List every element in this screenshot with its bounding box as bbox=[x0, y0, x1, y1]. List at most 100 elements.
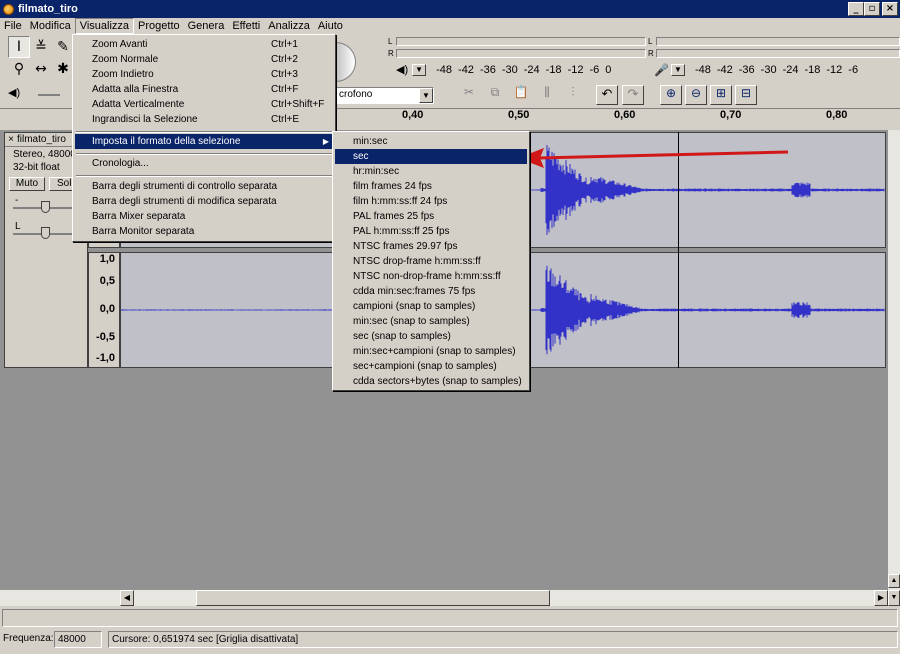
record-meter-dropdown-icon[interactable]: ▼ bbox=[670, 64, 685, 76]
meter-scale-tick: -36 bbox=[738, 64, 755, 76]
silence-icon[interactable]: ⫶ bbox=[562, 85, 584, 100]
zoom-out-icon[interactable]: ⊖ bbox=[685, 85, 707, 105]
submenu-item[interactable]: PAL frames 25 fps bbox=[335, 209, 527, 224]
chevron-down-icon[interactable]: ▼ bbox=[419, 88, 433, 103]
rate-value[interactable]: 48000 bbox=[54, 631, 102, 648]
scale-tick: 0,5 bbox=[99, 275, 115, 287]
menu-item-zoom-in[interactable]: Zoom Avanti Ctrl+1 bbox=[75, 37, 333, 52]
redo-icon[interactable]: ↷ bbox=[622, 85, 644, 105]
playback-meter-dropdown-icon[interactable]: ▼ bbox=[412, 63, 427, 76]
annotation-arrow bbox=[518, 148, 789, 168]
title-bar: filmato_tiro _ ▫ × bbox=[0, 0, 900, 18]
submenu-item[interactable]: campioni (snap to samples) bbox=[335, 299, 527, 314]
zoom-tool-icon[interactable]: ⚲ bbox=[8, 58, 30, 80]
record-meter: L R bbox=[648, 36, 900, 59]
undo-redo: ↶ ↷ bbox=[596, 85, 644, 105]
menu-item-fit-window[interactable]: Adatta alla Finestra Ctrl+F bbox=[75, 82, 333, 97]
track-name[interactable]: filmato_tiro bbox=[17, 134, 66, 145]
submenu-item[interactable]: min:sec+campioni (snap to samples) bbox=[335, 344, 527, 359]
envelope-tool-icon[interactable]: ≚ bbox=[30, 36, 52, 58]
submenu-item[interactable]: cdda min:sec:frames 75 fps bbox=[335, 284, 527, 299]
timeshift-tool-icon[interactable]: ↔ bbox=[30, 58, 52, 80]
menu-effetti[interactable]: Effetti bbox=[228, 18, 264, 34]
zoom-in-icon[interactable]: ⊕ bbox=[660, 85, 682, 105]
info-bar bbox=[2, 609, 898, 627]
submenu-item[interactable]: sec bbox=[335, 149, 527, 164]
meter-scale-tick: 0 bbox=[605, 63, 612, 76]
submenu-item[interactable]: film h:mm:ss:ff 24 fps bbox=[335, 194, 527, 209]
meter-scale-tick: -24 bbox=[523, 63, 540, 76]
menu-item-float-mixer-toolbar[interactable]: Barra Mixer separata bbox=[75, 209, 333, 224]
menu-item-selection-format[interactable]: Imposta il formato della selezione ▶ bbox=[75, 134, 333, 149]
view-menu: Zoom Avanti Ctrl+1 Zoom Normale Ctrl+2 Zoo… bbox=[72, 34, 336, 242]
gain-slider-thumb[interactable] bbox=[41, 201, 50, 213]
menu-item-fit-vertically[interactable]: Adatta Verticalmente Ctrl+Shift+F bbox=[75, 97, 333, 112]
menu-progetto[interactable]: Progetto bbox=[134, 18, 184, 34]
menu-item-float-control-toolbar[interactable]: Barra degli strumenti di controllo separ… bbox=[75, 179, 333, 194]
submenu-item[interactable]: film frames 24 fps bbox=[335, 179, 527, 194]
meter-scale-tick: -24 bbox=[782, 64, 799, 76]
submenu-item[interactable]: NTSC frames 29.97 fps bbox=[335, 239, 527, 254]
fit-selection-icon[interactable]: ⊞ bbox=[710, 85, 732, 105]
submenu-item[interactable]: min:sec (snap to samples) bbox=[335, 314, 527, 329]
undo-icon[interactable]: ↶ bbox=[596, 85, 618, 105]
pan-slider-thumb[interactable] bbox=[41, 227, 50, 239]
meter-scale-tick: -48 bbox=[694, 64, 711, 76]
status-bar: Frequenza: 48000 Cursore: 0,651974 sec [… bbox=[0, 629, 900, 649]
scroll-up-icon[interactable]: ▲ bbox=[888, 574, 900, 588]
maximize-button[interactable]: ▫ bbox=[864, 2, 880, 16]
meter-scale-tick: -36 bbox=[479, 63, 496, 76]
meter-scale-tick: -48 bbox=[436, 63, 453, 76]
menu-file[interactable]: File bbox=[0, 18, 26, 34]
menu-visualizza[interactable]: Visualizza bbox=[74, 18, 135, 34]
menu-item-float-edit-toolbar[interactable]: Barra degli strumenti di modifica separa… bbox=[75, 194, 333, 209]
scale-tick: 0,0 bbox=[99, 303, 115, 315]
menu-genera[interactable]: Genera bbox=[184, 18, 229, 34]
cut-icon[interactable]: ✂ bbox=[458, 85, 480, 100]
meter-l-label: L bbox=[648, 37, 653, 46]
record-scale: 🎤 ▼ -48 -42 -36 -30 -24 -18 -12 -6 bbox=[654, 63, 864, 77]
menu-item-zoom-selection[interactable]: Ingrandisci la Selezione Ctrl+E bbox=[75, 112, 333, 127]
ruler-tick: 0,80 bbox=[826, 109, 848, 121]
mixer-toolbar: ◀) bbox=[8, 86, 68, 106]
multi-tool-icon[interactable]: ✱ bbox=[52, 58, 74, 80]
mute-button[interactable]: Muto bbox=[9, 177, 45, 191]
submenu-item[interactable]: sec (snap to samples) bbox=[335, 329, 527, 344]
menu-item-history[interactable]: Cronologia... bbox=[75, 156, 333, 171]
record-button[interactable] bbox=[336, 42, 356, 82]
submenu-item[interactable]: sec+campioni (snap to samples) bbox=[335, 359, 527, 374]
rate-label: Frequenza: bbox=[3, 633, 54, 644]
paste-icon[interactable]: 📋 bbox=[510, 85, 532, 100]
draw-tool-icon[interactable]: ✎ bbox=[52, 36, 74, 58]
microphone-icon: 🎤 bbox=[654, 63, 669, 77]
track-close-icon[interactable]: × bbox=[5, 134, 17, 145]
vertical-scrollbar[interactable]: ▲ ▼ bbox=[888, 130, 900, 606]
menu-item-zoom-out[interactable]: Zoom Indietro Ctrl+3 bbox=[75, 67, 333, 82]
selection-tool-icon[interactable]: I bbox=[8, 36, 30, 58]
scrollbar-thumb[interactable] bbox=[196, 590, 550, 606]
copy-icon[interactable]: ⧉ bbox=[484, 85, 506, 100]
minimize-button[interactable]: _ bbox=[848, 2, 864, 16]
scroll-left-icon[interactable]: ◀ bbox=[120, 590, 134, 606]
scroll-down-icon[interactable]: ▼ bbox=[888, 590, 900, 606]
menu-aiuto[interactable]: Aiuto bbox=[314, 18, 347, 34]
submenu-item[interactable]: NTSC drop-frame h:mm:ss:ff bbox=[335, 254, 527, 269]
close-button[interactable]: × bbox=[882, 2, 898, 16]
menu-modifica[interactable]: Modifica bbox=[26, 18, 75, 34]
menu-item-zoom-normal[interactable]: Zoom Normale Ctrl+2 bbox=[75, 52, 333, 67]
trim-icon[interactable]: ⫼ bbox=[536, 85, 558, 100]
meter-scale-tick: -6 bbox=[589, 63, 600, 76]
scroll-right-icon[interactable]: ▶ bbox=[874, 590, 888, 606]
horizontal-scrollbar[interactable]: ◀ ▶ bbox=[0, 590, 888, 606]
menu-analizza[interactable]: Analizza bbox=[264, 18, 314, 34]
edit-toolbar: ✂ ⧉ 📋 ⫼ ⫶ bbox=[458, 85, 584, 100]
submenu-item[interactable]: cdda sectors+bytes (snap to samples) bbox=[335, 374, 527, 389]
fit-project-icon[interactable]: ⊟ bbox=[735, 85, 757, 105]
menu-item-float-meter-toolbar[interactable]: Barra Monitor separata bbox=[75, 224, 333, 239]
submenu-item[interactable]: NTSC non-drop-frame h:mm:ss:ff bbox=[335, 269, 527, 284]
input-source-select[interactable]: crofono ▼ bbox=[336, 87, 434, 104]
submenu-item[interactable]: PAL h:mm:ss:ff 25 fps bbox=[335, 224, 527, 239]
volume-slider[interactable] bbox=[38, 94, 60, 96]
submenu-item[interactable]: hr:min:sec bbox=[335, 164, 527, 179]
submenu-item[interactable]: min:sec bbox=[335, 134, 527, 149]
